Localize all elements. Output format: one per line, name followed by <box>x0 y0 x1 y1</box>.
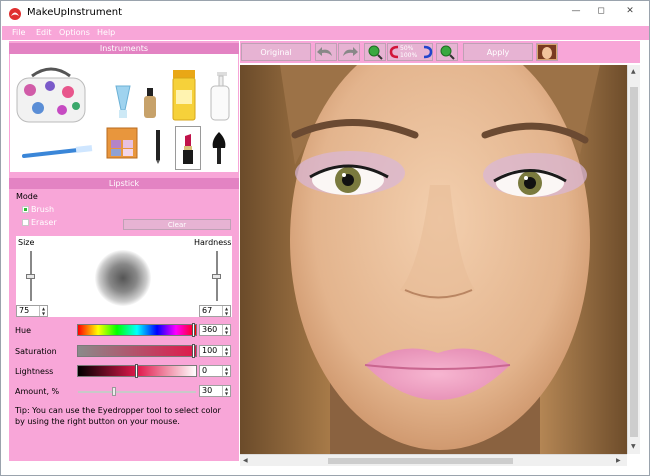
size-spin-arrows[interactable]: ▲ ▼ <box>39 306 47 316</box>
face-thumbnail-icon <box>538 45 556 59</box>
lotion-pump-icon[interactable] <box>208 72 232 122</box>
face-preview-button[interactable] <box>536 43 558 61</box>
zoom-out-icon <box>440 45 455 60</box>
saturation-marker[interactable] <box>192 344 195 358</box>
original-button[interactable]: Original <box>241 43 311 61</box>
apply-button[interactable]: Apply <box>463 43 533 61</box>
cosmetic-bag-icon[interactable] <box>14 66 88 124</box>
brush-checkbox[interactable] <box>22 206 29 213</box>
zoom-level-control[interactable]: 50% 100% <box>387 43 433 61</box>
lightness-spinbox[interactable]: 0 ▲ ▼ <box>199 365 231 377</box>
saturation-spin-arrows[interactable]: ▲ ▼ <box>222 346 230 356</box>
eraser-checkbox[interactable] <box>22 219 29 226</box>
close-button[interactable]: ✕ <box>613 3 647 21</box>
window-title: MakeUpInstrument <box>27 7 123 18</box>
menu-bar: File Edit Options Help <box>2 26 649 40</box>
photo-canvas[interactable] <box>240 65 627 454</box>
vertical-scrollbar[interactable]: ▲ ▼ <box>627 65 640 454</box>
zoom-top-value: 50% <box>400 45 414 52</box>
tip-text: Tip: You can use the Eyedropper tool to … <box>15 406 221 426</box>
hardness-spin-arrows[interactable]: ▲ ▼ <box>222 306 230 316</box>
zoom-in-arrow-icon <box>423 45 433 59</box>
size-slider-thumb[interactable] <box>26 273 35 279</box>
hue-label: Hue <box>15 326 32 335</box>
eyeliner-pen-icon[interactable] <box>154 130 162 164</box>
zoom-in-icon <box>368 45 383 60</box>
horizontal-scroll-thumb[interactable] <box>328 458 513 464</box>
amount-spin-arrows[interactable]: ▲ ▼ <box>222 386 230 396</box>
horizontal-scrollbar[interactable]: ◀ ▶ <box>240 454 627 466</box>
toolbar: Original 50% 100% Apply <box>240 41 640 63</box>
eyeshadow-palette-icon[interactable] <box>105 126 141 162</box>
undo-button[interactable] <box>315 43 337 61</box>
foundation-sponge-icon[interactable] <box>113 84 133 120</box>
saturation-gradient-bar[interactable] <box>77 345 197 357</box>
minimize-button[interactable]: — <box>563 3 589 21</box>
amount-spinbox[interactable]: 30 ▲ ▼ <box>199 385 231 397</box>
size-label: Size <box>18 238 35 247</box>
menu-help[interactable]: Help <box>97 28 115 37</box>
hue-marker[interactable] <box>192 323 195 337</box>
size-spinbox[interactable]: 75 ▲ ▼ <box>16 305 48 317</box>
mode-eraser-option[interactable]: Eraser <box>22 218 57 227</box>
title-bar: MakeUpInstrument — ◻ ✕ <box>1 1 649 26</box>
eraser-label: Eraser <box>31 218 57 227</box>
zoom-bottom-value: 100% <box>400 52 418 59</box>
redo-icon <box>343 47 358 56</box>
undo-icon <box>317 47 332 56</box>
foundation-bottle-icon[interactable] <box>142 88 158 120</box>
instruments-grid <box>10 54 238 172</box>
blush-brush-icon[interactable] <box>209 130 229 166</box>
hardness-spinbox[interactable]: 67 ▲ ▼ <box>199 305 231 317</box>
hue-gradient-bar[interactable] <box>77 324 197 336</box>
redo-button[interactable] <box>338 43 360 61</box>
mode-label: Mode <box>16 192 38 201</box>
saturation-label: Saturation <box>15 347 57 356</box>
lightness-spin-arrows[interactable]: ▲ ▼ <box>222 366 230 376</box>
lightness-marker[interactable] <box>134 364 138 378</box>
lightness-value: 0 <box>202 366 208 375</box>
scroll-down-icon[interactable]: ▼ <box>631 443 636 450</box>
instruments-header: Instruments <box>9 43 239 54</box>
hardness-label: Hardness <box>194 238 232 247</box>
face-photo-image <box>240 65 627 454</box>
app-logo-icon <box>9 8 21 20</box>
lipstick-icon[interactable] <box>181 132 195 166</box>
powder-jar-icon[interactable] <box>171 70 197 122</box>
hue-spinbox[interactable]: 360 ▲ ▼ <box>199 324 231 336</box>
zoom-out-button[interactable] <box>436 43 458 61</box>
clear-button[interactable]: Clear <box>123 219 231 230</box>
scroll-right-icon[interactable]: ▶ <box>616 457 621 464</box>
menu-options[interactable]: Options <box>59 28 90 37</box>
saturation-spinbox[interactable]: 100 ▲ ▼ <box>199 345 231 357</box>
menu-edit[interactable]: Edit <box>36 28 52 37</box>
toothbrush-icon[interactable] <box>22 144 94 160</box>
amount-value: 30 <box>202 386 213 395</box>
brush-label: Brush <box>31 205 55 214</box>
vertical-scroll-thumb[interactable] <box>630 87 638 437</box>
scroll-left-icon[interactable]: ◀ <box>243 457 248 464</box>
size-value: 75 <box>19 306 30 315</box>
zoom-level-text: 50% 100% <box>400 45 417 59</box>
amount-label: Amount, % <box>15 387 60 396</box>
tool-panel-header: Lipstick <box>9 178 239 189</box>
saturation-value: 100 <box>202 346 218 355</box>
brush-preview <box>95 250 151 306</box>
amount-slider-thumb[interactable] <box>112 387 117 396</box>
maximize-button[interactable]: ◻ <box>588 3 614 21</box>
mode-brush-option[interactable]: Brush <box>22 205 54 214</box>
hardness-value: 67 <box>202 306 213 315</box>
hue-value: 360 <box>202 325 218 334</box>
scroll-up-icon[interactable]: ▲ <box>631 68 636 75</box>
lightness-label: Lightness <box>15 367 54 376</box>
zoom-in-button[interactable] <box>364 43 386 61</box>
hue-spin-arrows[interactable]: ▲ ▼ <box>222 325 230 335</box>
menu-file[interactable]: File <box>12 28 25 37</box>
hardness-slider-thumb[interactable] <box>212 273 221 279</box>
amount-slider-track[interactable] <box>78 391 196 393</box>
